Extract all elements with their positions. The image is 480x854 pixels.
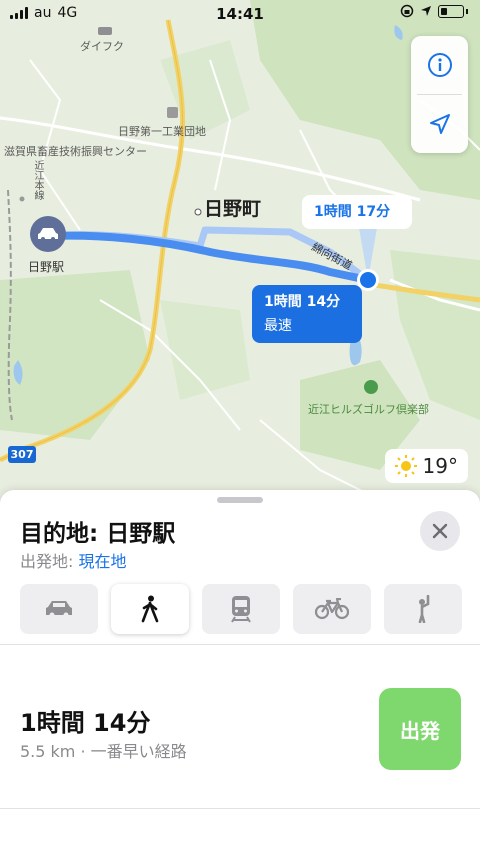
origin-link[interactable]: 現在地 [78, 552, 126, 571]
battery-icon [438, 4, 464, 18]
ride-hail-icon [418, 595, 430, 623]
status-bar: au 4G 14:41 [0, 0, 480, 28]
map-label-industrial-park: 日野第一工業団地 [118, 125, 206, 138]
mode-walk[interactable] [111, 584, 189, 634]
alt-route-time: 1時間 17分 [314, 204, 391, 220]
map-canvas [0, 0, 480, 520]
divider [0, 644, 480, 645]
map-view[interactable]: ダイフク 日野第一工業団地 滋賀県畜産技術振興センター 近江本線 日野駅 日野町… [0, 0, 480, 520]
main-route-tag: 最速 [264, 318, 292, 334]
track-location-button[interactable] [411, 95, 468, 153]
bicycle-icon [314, 598, 350, 620]
info-icon [427, 53, 452, 77]
map-label-livestock-center: 滋賀県畜産技術振興センター [4, 145, 147, 158]
alt-route-callout[interactable]: 1時間 17分 [302, 195, 412, 229]
mode-cycle[interactable] [293, 584, 371, 634]
directions-sheet: 目的地: 日野駅 出発地: 現在地 1時間 14分 5.5 km · 一番早い経… [0, 490, 480, 854]
temperature: 19° [422, 454, 458, 478]
sheet-grabber[interactable] [217, 497, 263, 503]
destination-title: 目的地: 日野駅 [20, 521, 176, 547]
map-controls [411, 36, 468, 153]
route-detail: 5.5 km · 一番早い経路 [20, 742, 187, 761]
origin-row: 出発地: 現在地 [20, 548, 127, 572]
info-button[interactable] [411, 36, 468, 94]
map-label-town: 日野町 [204, 198, 262, 220]
go-button[interactable]: 出発 [379, 688, 461, 770]
main-route-callout[interactable]: 1時間 14分 最速 [252, 285, 362, 343]
route-number-badge: 307 [8, 446, 36, 463]
mode-transit[interactable] [202, 584, 280, 634]
origin-label: 出発地: [20, 552, 79, 571]
main-route-time: 1時間 14分 [264, 294, 341, 310]
map-label-daifuku: ダイフク [80, 40, 124, 53]
divider [0, 808, 480, 809]
car-icon [46, 601, 72, 618]
train-icon [231, 596, 251, 623]
close-button[interactable] [420, 511, 460, 551]
destination-pin[interactable] [30, 216, 66, 252]
current-location-dot [360, 272, 376, 288]
weather-badge: 19° [384, 449, 468, 483]
mode-ride[interactable] [384, 584, 462, 634]
map-label-golf: 近江ヒルズゴルフ倶楽部 [308, 403, 429, 416]
walk-icon [141, 595, 159, 623]
location-arrow-icon [429, 114, 450, 134]
close-icon [432, 523, 448, 539]
orientation-lock-icon [400, 4, 414, 18]
car-icon [38, 228, 58, 241]
route-time: 1時間 14分 [20, 709, 151, 737]
transport-modes [20, 584, 462, 634]
map-label-railway: 近江本線 [32, 160, 43, 200]
map-label-hino-station[interactable]: 日野駅 [28, 258, 64, 275]
sun-icon [394, 455, 417, 477]
mode-car[interactable] [20, 584, 98, 634]
location-arrow-icon [421, 6, 431, 16]
